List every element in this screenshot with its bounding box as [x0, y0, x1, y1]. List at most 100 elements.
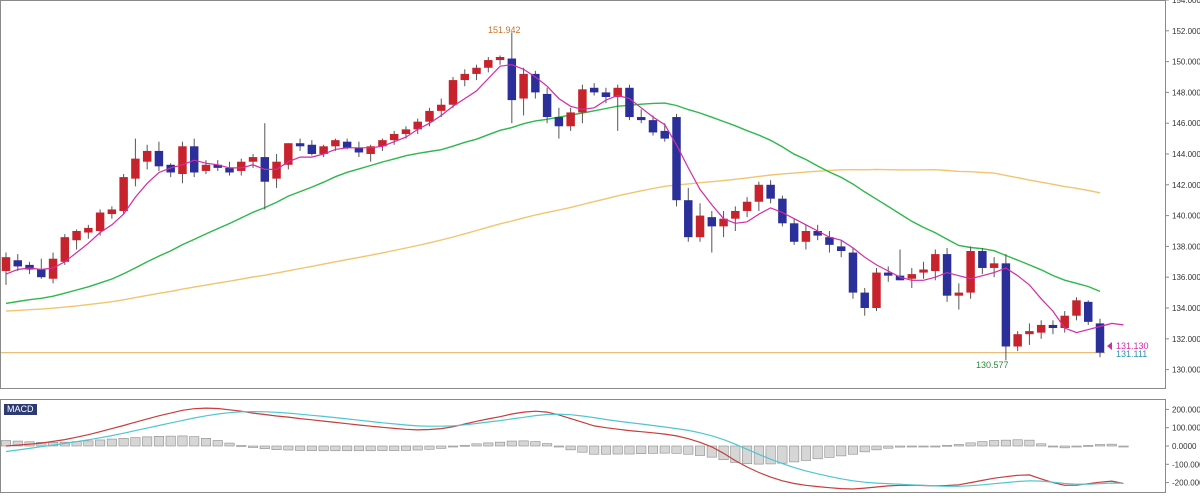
- macd-hist-bar: [248, 446, 257, 447]
- candle-body: [143, 151, 151, 162]
- candle-body: [813, 231, 821, 236]
- macd-badge: MACD: [4, 404, 37, 415]
- macd-hist-bar: [589, 446, 598, 454]
- candle-body: [449, 80, 457, 105]
- price-tick-label: 152.000: [1172, 27, 1200, 36]
- candle-body: [566, 112, 574, 126]
- macd-hist-bar: [707, 446, 716, 457]
- macd-hist-bar: [1084, 445, 1093, 446]
- macd-hist-bar: [672, 446, 681, 453]
- candle-body: [649, 120, 657, 132]
- macd-hist-bar: [107, 439, 116, 446]
- macd-tick-label: 200.0000: [1172, 405, 1200, 414]
- candle-body: [96, 213, 104, 231]
- macd-hist-bar: [931, 446, 940, 447]
- candle-body: [684, 200, 692, 237]
- candle-body: [272, 162, 280, 179]
- macd-hist-bar: [460, 445, 469, 446]
- macd-hist-bar: [1095, 445, 1104, 446]
- macd-hist-bar: [331, 446, 340, 451]
- candle: [849, 248, 857, 299]
- macd-hist-bar: [142, 437, 151, 446]
- macd-axis: 200.0000100.00000.0000-100.0000-200.0000: [1165, 405, 1200, 487]
- macd-hist-bar: [836, 446, 845, 456]
- macd-hist-bar: [366, 446, 375, 451]
- macd-hist-bar: [919, 446, 928, 447]
- candle-body: [743, 202, 751, 211]
- price-tick-label: 134.000: [1172, 304, 1200, 313]
- macd-hist-bar: [1119, 446, 1128, 447]
- candle-body: [461, 74, 469, 80]
- price-tick-label: 150.000: [1172, 58, 1200, 67]
- macd-hist-bar: [260, 446, 269, 449]
- macd-hist-bar: [319, 446, 328, 451]
- macd-hist-bar: [190, 437, 199, 446]
- price-tick-label: 144.000: [1172, 150, 1200, 159]
- candle-body: [1037, 325, 1045, 333]
- macd-hist-bar: [1036, 444, 1045, 446]
- candle: [872, 268, 880, 311]
- macd-hist-bar: [495, 442, 504, 446]
- macd-hist-bar: [425, 446, 434, 449]
- candle-body: [860, 293, 868, 308]
- candle-body: [731, 211, 739, 219]
- candle-body: [496, 57, 504, 60]
- candle-body: [872, 273, 880, 308]
- macd-hist-bar: [84, 441, 93, 446]
- macd-hist-bar: [401, 446, 410, 450]
- macd-tick-label: -100.0000: [1172, 460, 1200, 469]
- macd-panel: 200.0000100.00000.0000-100.0000-200.0000: [1, 400, 1200, 493]
- macd-tick-label: -200.0000: [1172, 479, 1200, 488]
- macd-hist-bar: [978, 442, 987, 446]
- macd-hist-bar: [884, 446, 893, 448]
- candle-body: [990, 263, 998, 268]
- price-panel-border: [1, 1, 1166, 389]
- candle-body: [802, 231, 810, 242]
- candle-body: [249, 157, 257, 162]
- macd-hist-bar: [484, 443, 493, 446]
- candle-body: [661, 131, 669, 139]
- macd-hist-bar: [554, 446, 563, 447]
- macd-hist-bar: [1048, 446, 1057, 447]
- macd-hist-bar: [1072, 446, 1081, 447]
- candle-body: [343, 142, 351, 148]
- candle-body: [555, 117, 563, 126]
- candle: [966, 246, 974, 298]
- macd-hist-bar: [307, 446, 316, 451]
- price-tick-label: 132.000: [1172, 335, 1200, 344]
- macd-hist-bar: [472, 444, 481, 446]
- candle: [1096, 319, 1104, 358]
- candle-body: [472, 68, 480, 74]
- macd-hist-bar: [625, 446, 634, 454]
- candle-body: [237, 162, 245, 171]
- candle-body: [1025, 331, 1033, 334]
- candle-body: [331, 140, 339, 146]
- macd-hist-bar: [825, 446, 834, 457]
- chart-window: 130.000132.000134.000136.000138.000140.0…: [0, 0, 1200, 494]
- candle-body: [484, 60, 492, 68]
- candle: [672, 114, 680, 206]
- candle-body: [1013, 334, 1021, 346]
- candle-body: [637, 117, 645, 120]
- chart-canvas: 130.000132.000134.000136.000138.000140.0…: [0, 0, 1200, 494]
- candle-body: [119, 177, 127, 211]
- candle-body: [966, 251, 974, 293]
- candle-body: [1072, 300, 1080, 315]
- macd-hist-bar: [119, 438, 128, 446]
- candle: [943, 248, 951, 302]
- price-tick-label: 140.000: [1172, 212, 1200, 221]
- macd-hist-bar: [178, 436, 187, 446]
- price-tick-label: 154.000: [1172, 0, 1200, 5]
- price-panel: 130.000132.000134.000136.000138.000140.0…: [1, 0, 1200, 389]
- macd-hist-bar: [907, 446, 916, 447]
- price-tick-label: 142.000: [1172, 181, 1200, 190]
- candle-body: [708, 217, 716, 226]
- macd-hist-bar: [542, 444, 551, 446]
- price-axis: 130.000132.000134.000136.000138.000140.0…: [1165, 0, 1200, 375]
- macd-hist-bar: [578, 446, 587, 452]
- macd-hist-bar: [695, 446, 704, 456]
- macd-tick-label: 100.0000: [1172, 424, 1200, 433]
- macd-hist-bar: [95, 440, 104, 446]
- macd-hist-bar: [448, 446, 457, 447]
- macd-hist-bar: [1013, 440, 1022, 446]
